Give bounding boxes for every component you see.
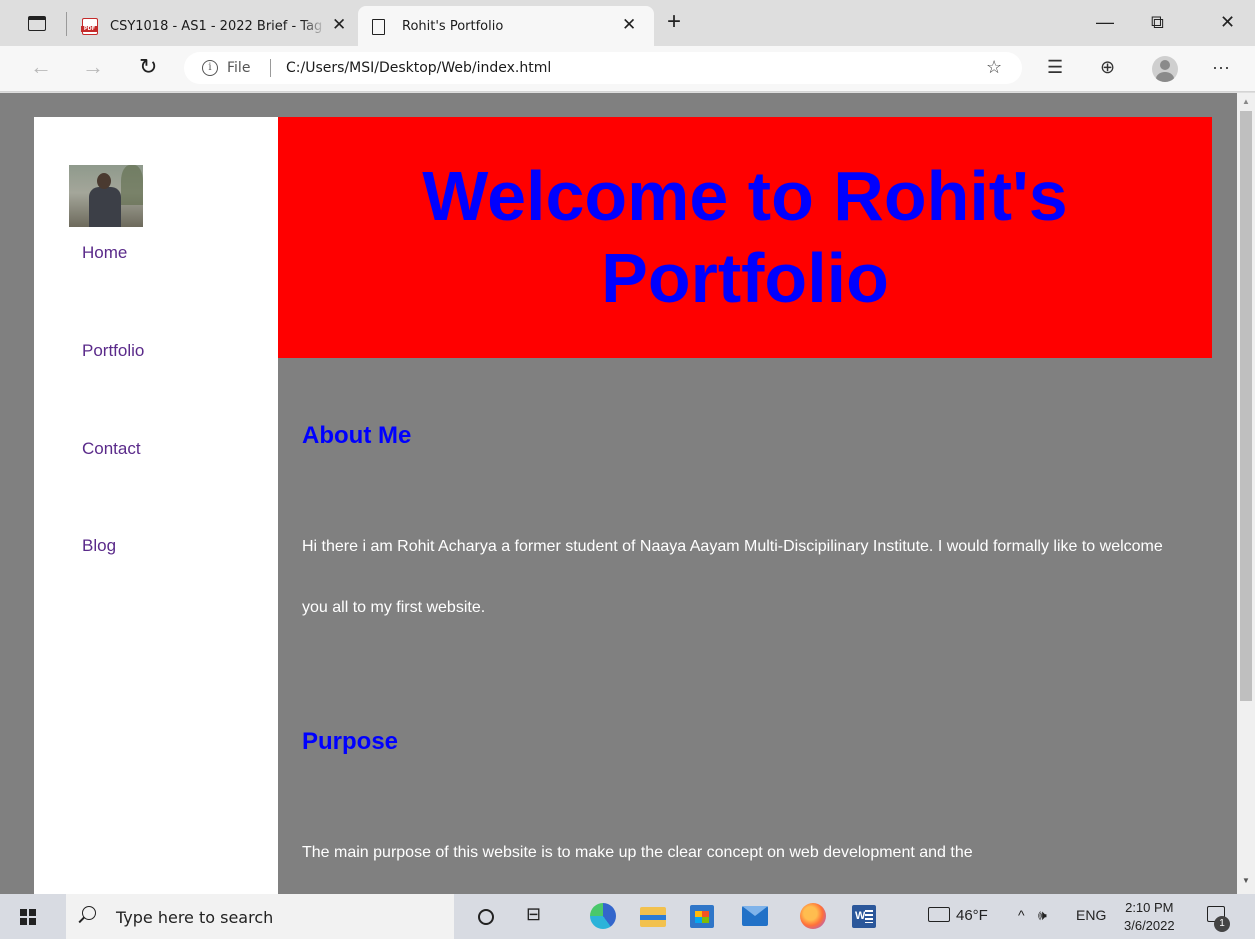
- about-paragraph: Hi there i am Rohit Acharya a former stu…: [302, 538, 1163, 616]
- profile-avatar[interactable]: [1152, 56, 1178, 82]
- language-indicator[interactable]: ENG: [1076, 907, 1106, 923]
- firefox-icon[interactable]: [800, 903, 826, 929]
- info-icon[interactable]: i: [202, 60, 218, 76]
- page-icon: [372, 19, 385, 35]
- weather-widget[interactable]: 46°F: [928, 907, 988, 924]
- forward-button[interactable]: →: [82, 55, 104, 79]
- volume-icon[interactable]: 🕪: [1038, 907, 1047, 924]
- file-explorer-icon[interactable]: [640, 907, 666, 927]
- clock[interactable]: 2:10 PM 3/6/2022: [1124, 899, 1175, 935]
- page-title: Welcome to Rohit's Portfolio: [422, 157, 1068, 317]
- tab-actions-icon[interactable]: [28, 16, 46, 31]
- address-input[interactable]: i File C:/Users/MSI/Desktop/Web/index.ht…: [184, 52, 1022, 84]
- tab-close-icon[interactable]: ✕: [622, 15, 636, 35]
- sidebar: Home Portfolio Contact Blog: [34, 117, 278, 894]
- tab-close-icon[interactable]: ✕: [332, 15, 346, 35]
- word-icon[interactable]: W: [852, 905, 876, 928]
- tab-portfolio[interactable]: Rohit's Portfolio ✕: [358, 6, 654, 46]
- scroll-up-icon[interactable]: ▲: [1242, 97, 1250, 106]
- tab-title: Rohit's Portfolio: [402, 19, 504, 34]
- notification-count-badge: 1: [1214, 916, 1230, 932]
- pdf-icon: [81, 18, 98, 35]
- reload-button[interactable]: ↻: [139, 55, 157, 79]
- clock-time: 2:10 PM: [1125, 900, 1174, 915]
- address-separator: [270, 59, 271, 77]
- taskbar-search-input[interactable]: Type here to search: [66, 894, 454, 939]
- edge-icon[interactable]: [590, 903, 616, 929]
- nav-link-contact[interactable]: Contact: [82, 439, 141, 459]
- page-header: Welcome to Rohit's Portfolio: [278, 117, 1212, 358]
- search-icon: [82, 906, 96, 920]
- page-scrollbar[interactable]: ▲ ▼: [1237, 93, 1255, 894]
- news-weather-icon: [928, 907, 950, 922]
- tray-chevron-icon[interactable]: ^: [1018, 907, 1025, 923]
- profile-photo: [69, 165, 143, 227]
- tab-pdf-brief[interactable]: CSY1018 - AS1 - 2022 Brief - Tag ✕: [72, 6, 356, 46]
- nav-link-blog[interactable]: Blog: [82, 536, 116, 556]
- search-placeholder: Type here to search: [116, 908, 274, 927]
- new-tab-button[interactable]: +: [667, 10, 681, 34]
- back-button[interactable]: ←: [30, 55, 52, 79]
- tab-separator: [66, 12, 67, 36]
- scroll-thumb[interactable]: [1240, 111, 1252, 701]
- store-icon[interactable]: [690, 905, 714, 928]
- section-title-purpose: Purpose: [302, 728, 399, 755]
- page-viewport: Home Portfolio Contact Blog Welcome to R…: [0, 93, 1237, 894]
- mail-icon[interactable]: [742, 906, 768, 926]
- cortana-icon[interactable]: [478, 909, 494, 925]
- taskbar: Type here to search ⊟ W 46°F ^ 🕪 ENG 2:1…: [0, 894, 1255, 939]
- collections-icon[interactable]: ⊕: [1100, 55, 1115, 79]
- favorites-icon[interactable]: ☰: [1047, 55, 1063, 79]
- add-favorite-icon[interactable]: ☆: [986, 57, 1002, 78]
- windows-start-icon[interactable]: [20, 909, 36, 925]
- address-bar-row: ← → ↻ i File C:/Users/MSI/Desktop/Web/in…: [0, 46, 1255, 92]
- task-view-icon[interactable]: ⊟: [526, 904, 552, 930]
- more-menu-icon[interactable]: ···: [1212, 55, 1230, 79]
- tab-title: CSY1018 - AS1 - 2022 Brief - Tag: [110, 19, 326, 34]
- minimize-button[interactable]: —: [1096, 10, 1114, 34]
- clock-date: 3/6/2022: [1124, 918, 1175, 933]
- nav-link-portfolio[interactable]: Portfolio: [82, 341, 144, 361]
- restore-button[interactable]: ⧉: [1151, 10, 1164, 34]
- close-window-button[interactable]: ✕: [1220, 10, 1235, 34]
- nav-link-home[interactable]: Home: [82, 243, 127, 263]
- url-text[interactable]: C:/Users/MSI/Desktop/Web/index.html: [286, 60, 551, 76]
- weather-temp: 46°F: [956, 907, 988, 924]
- tab-strip: CSY1018 - AS1 - 2022 Brief - Tag ✕ Rohit…: [0, 0, 1255, 46]
- scroll-down-icon[interactable]: ▼: [1242, 876, 1250, 885]
- security-label: File: [227, 60, 251, 76]
- purpose-paragraph: The main purpose of this website is to m…: [302, 844, 973, 861]
- section-title-about: About Me: [302, 422, 412, 449]
